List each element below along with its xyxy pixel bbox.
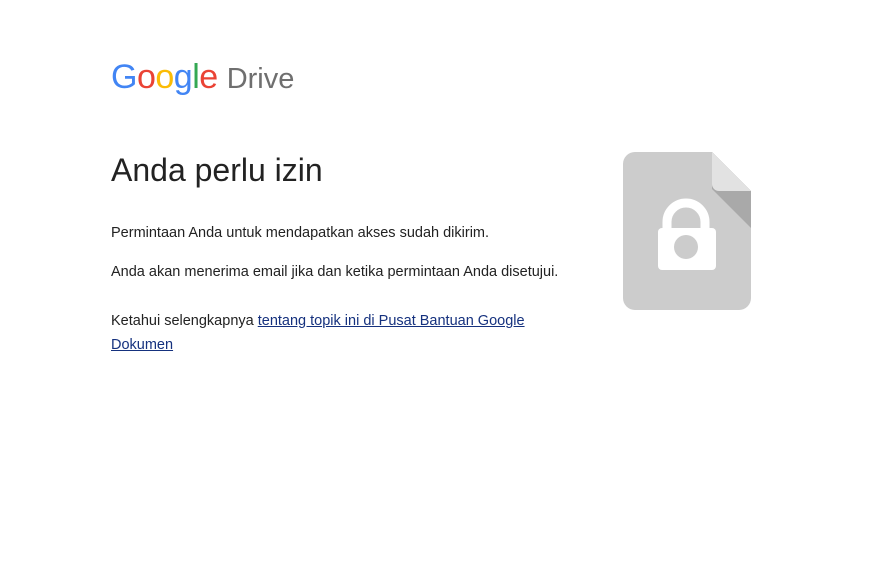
locked-document-icon xyxy=(623,152,751,310)
learn-more-text: Ketahui selengkapnya tentang topik ini d… xyxy=(111,309,581,357)
email-notice-message: Anda akan menerima email jika dan ketika… xyxy=(111,264,559,280)
logo-letter: o xyxy=(155,58,174,96)
logo-letter: e xyxy=(199,58,218,96)
logo-letter: g xyxy=(173,58,193,96)
product-name: Drive xyxy=(226,63,295,95)
google-drive-logo[interactable]: Google Drive xyxy=(111,55,294,99)
document-fold-corner xyxy=(712,152,751,191)
logo-letter: o xyxy=(136,58,156,96)
learn-more-prefix: Ketahui selengkapnya xyxy=(111,313,258,329)
request-sent-message: Permintaan Anda untuk mendapatkan akses … xyxy=(111,225,490,241)
logo-letter: G xyxy=(111,58,137,96)
page-title: Anda perlu izin xyxy=(111,152,323,188)
google-wordmark: Google xyxy=(111,55,218,99)
logo-letter: l xyxy=(192,58,200,96)
